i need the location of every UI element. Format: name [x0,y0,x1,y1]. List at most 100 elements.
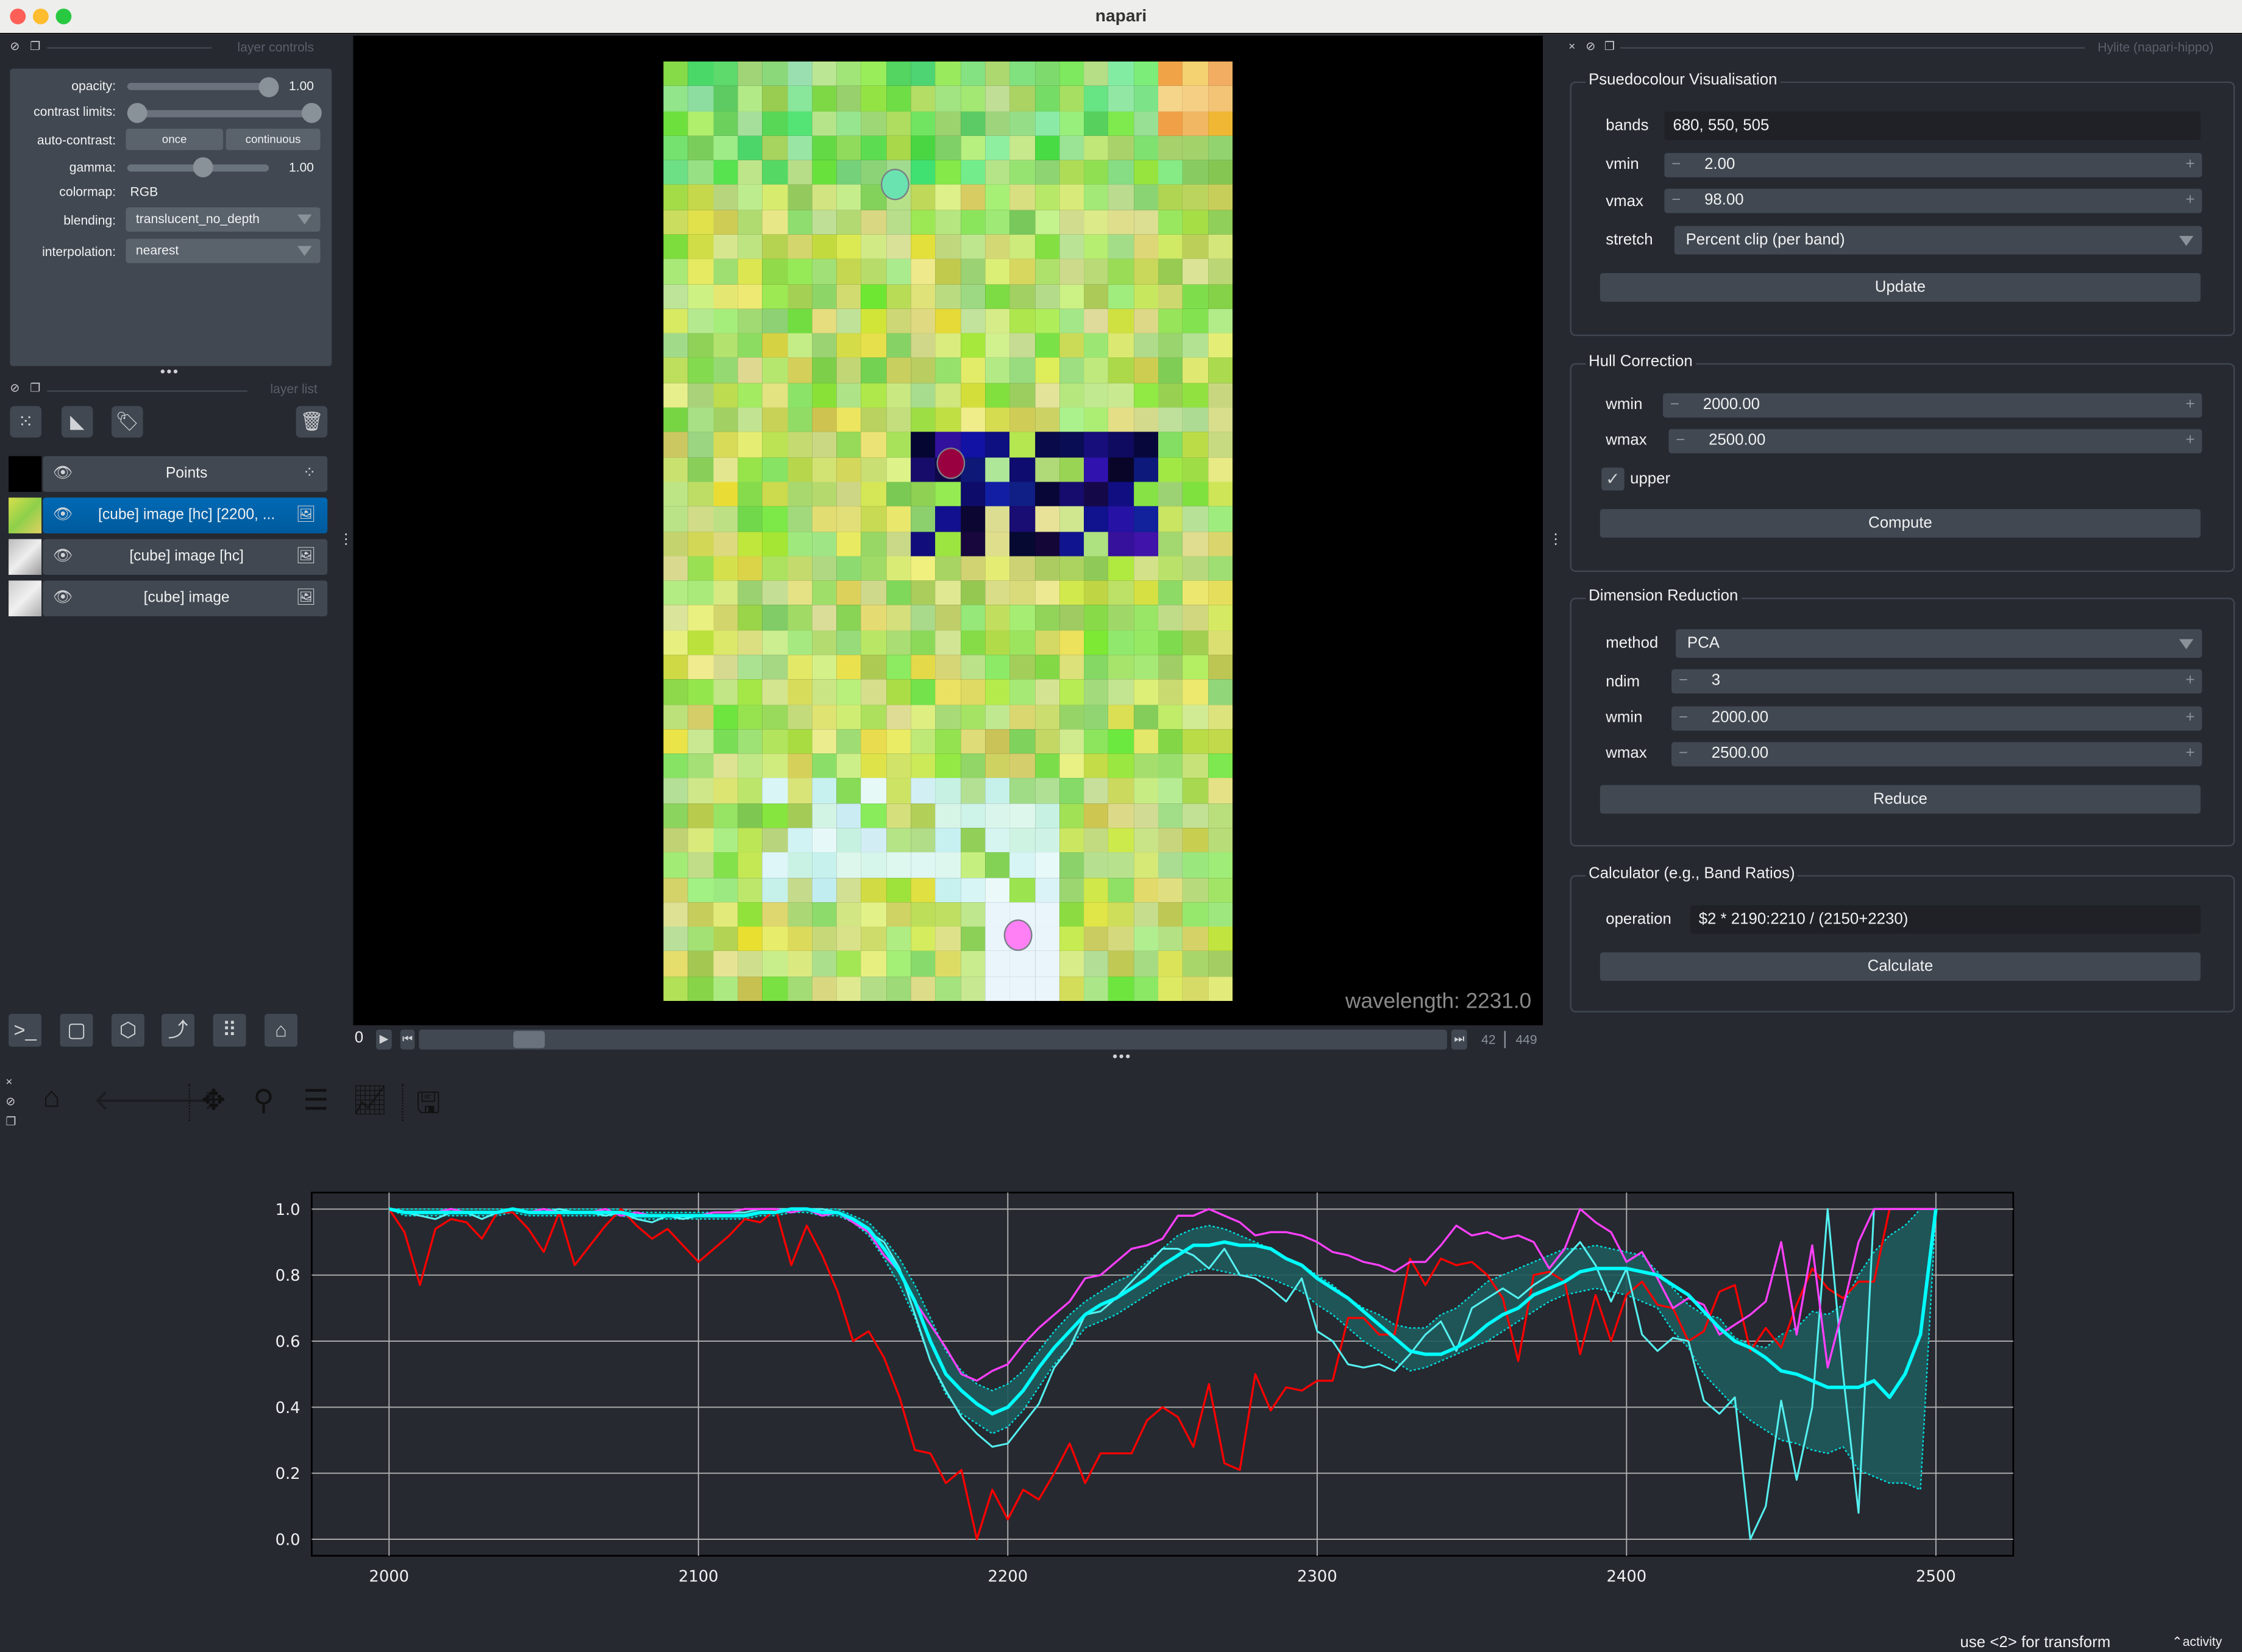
image-pixel [738,605,763,630]
image-pixel [1059,605,1084,630]
increment-icon[interactable]: + [2186,707,2195,731]
hull-wmin-spinbox[interactable]: − 2000.00 + [1663,393,2202,418]
splitter-handle-vertical[interactable]: ⋮ [1548,532,1562,548]
plot-edit-axes-button[interactable]: 📈︎ [352,1083,388,1119]
interpolation-select[interactable]: nearest [126,238,321,263]
increment-icon[interactable]: + [2186,742,2195,766]
grid-view-button[interactable]: ⠿ [213,1014,246,1047]
float-hide-icon[interactable]: ⊘ [10,382,20,394]
float-hide-icon[interactable]: ⊘ [1585,40,1595,53]
step-forward-button[interactable]: ⏭ [1451,1029,1467,1050]
splitter-handle[interactable]: ••• [160,365,180,380]
layer-row[interactable]: 👁︎ [cube] image [hc] 🖼︎ [43,539,328,575]
stretch-select[interactable]: Percent clip (per band) [1674,226,2202,255]
decrement-icon[interactable]: − [1679,707,1688,731]
decrement-icon[interactable]: − [1671,189,1681,213]
increment-icon[interactable]: + [2186,429,2195,454]
decrement-icon[interactable]: − [1676,429,1685,454]
play-button[interactable]: ▶ [375,1029,392,1050]
transpose-dims-button[interactable]: ⤴ [162,1014,195,1047]
roll-dims-button[interactable]: ⬡ [111,1014,144,1047]
layer-row[interactable]: 👁︎ [cube] image [hc] [2200, ... 🖼︎ [43,497,328,533]
reduce-button[interactable]: Reduce [1600,785,2201,814]
layer-row[interactable]: 👁︎ Points ⁘ [43,456,328,492]
bands-input[interactable]: 680, 550, 505 [1664,111,2201,140]
image-pixel [738,927,763,952]
image-pixel [886,704,911,729]
upper-checkbox[interactable]: ✓ [1601,468,1625,491]
image-pixel [911,803,936,828]
console-button[interactable]: >_ [9,1014,42,1047]
decrement-icon[interactable]: − [1671,153,1681,177]
close-dock-icon[interactable]: × [1568,40,1575,53]
increment-icon[interactable]: + [2186,153,2195,177]
new-labels-layer-button[interactable]: 🏷︎ [111,406,143,438]
layer-row[interactable]: 👁︎ [cube] image 🖼︎ [43,580,328,616]
ndisplay-button[interactable]: ▢ [60,1014,93,1047]
spectral-plot[interactable]: 2000 2100 2200 2300 2400 2500 0.0 0.2 0.4 0.6 0.8 1… [0,1130,2242,1623]
plot-subplots-button[interactable]: ☰ [303,1083,329,1119]
image-pixel [811,482,837,507]
contrast-min-handle[interactable] [127,102,148,123]
splitter-handle[interactable]: ••• [1112,1050,1132,1066]
opacity-slider-handle[interactable] [258,77,279,98]
opacity-slider[interactable] [127,83,269,90]
auto-contrast-once-button[interactable]: once [126,129,223,151]
vmax-spinbox[interactable]: − 98.00 + [1664,188,2202,213]
new-points-layer-button[interactable]: ⁙ [10,406,42,438]
eye-icon[interactable]: 👁︎ [53,463,73,482]
float-dock-icon[interactable]: ❐ [30,382,40,394]
gamma-slider-handle[interactable] [193,157,213,177]
dimred-wmax-spinbox[interactable]: − 2500.00 + [1671,742,2202,767]
method-select[interactable]: PCA [1676,629,2202,658]
float-hide-icon[interactable]: ⊘ [10,40,20,53]
eye-icon[interactable]: 👁︎ [53,546,73,564]
float-hide-icon[interactable]: ⊘ [5,1095,15,1108]
float-dock-icon[interactable]: ❐ [30,40,40,53]
image-pixel [713,630,738,655]
splitter-handle-vertical[interactable]: ⋮ [339,532,353,548]
delete-layer-button[interactable]: 🗑︎ [296,406,328,438]
step-back-button[interactable]: ⏮ [400,1029,415,1050]
hull-wmax-spinbox[interactable]: − 2500.00 + [1668,429,2202,454]
contrast-limits-slider[interactable] [127,110,313,118]
blending-select[interactable]: translucent_no_depth [126,207,321,232]
new-shapes-layer-button[interactable]: ◣ [61,406,93,438]
decrement-icon[interactable]: − [1679,669,1688,694]
float-dock-icon[interactable]: ❐ [5,1116,16,1128]
increment-icon[interactable]: + [2186,189,2195,213]
update-button[interactable]: Update [1600,273,2201,302]
float-dock-icon[interactable]: ❐ [1604,40,1615,53]
dimred-wmin-spinbox[interactable]: − 2000.00 + [1671,706,2202,731]
close-dock-icon[interactable]: × [5,1075,12,1088]
point-marker[interactable] [936,447,966,479]
image-pixel [935,605,961,630]
dims-slider-track[interactable] [419,1029,1447,1050]
auto-contrast-continuous-button[interactable]: continuous [226,129,321,151]
image-pixel [911,555,936,581]
compute-button[interactable]: Compute [1600,509,2201,538]
point-marker[interactable] [880,168,909,201]
eye-icon[interactable]: 👁︎ [53,588,73,606]
point-marker[interactable] [1003,919,1033,951]
reset-view-button[interactable]: ⌂ [264,1014,297,1047]
vmin-spinbox[interactable]: − 2.00 + [1664,152,2202,177]
increment-icon[interactable]: + [2186,393,2195,418]
activity-button[interactable]: ⌃activity [2172,1634,2222,1650]
plot-home-button[interactable]: ⌂ [43,1083,60,1116]
plot-pan-button[interactable]: ✥ [202,1083,226,1119]
decrement-icon[interactable]: − [1679,742,1688,766]
image-pixel [836,951,862,977]
viewer-canvas[interactable]: wavelength: 2231.0 [353,35,1543,1025]
increment-icon[interactable]: + [2186,669,2195,694]
calculate-button[interactable]: Calculate [1600,952,2201,981]
contrast-max-handle[interactable] [301,102,322,123]
decrement-icon[interactable]: − [1670,393,1679,418]
eye-icon[interactable]: 👁︎ [53,505,73,523]
plot-save-button[interactable]: 🖫 [416,1083,441,1131]
operation-input[interactable]: $2 * 2190:2210 / (2150+2230) [1690,905,2201,934]
dims-slider-handle[interactable] [513,1031,545,1049]
ndim-spinbox[interactable]: − 3 + [1671,669,2202,694]
plot-zoom-button[interactable]: ⚲ [253,1083,274,1119]
image-pixel [1158,457,1183,482]
